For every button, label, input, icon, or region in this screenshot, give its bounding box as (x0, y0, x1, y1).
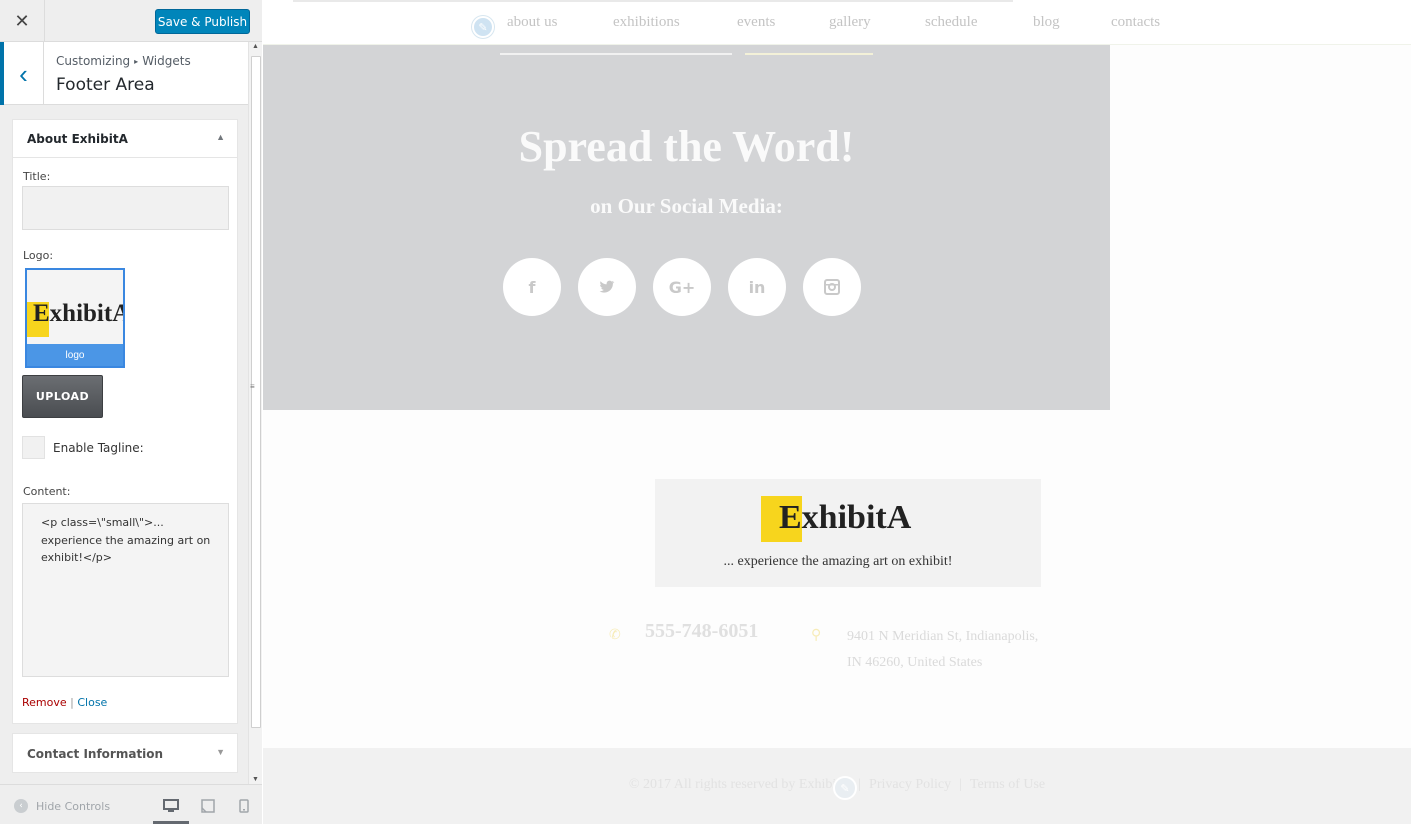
nav-item-about-us[interactable]: about us (507, 14, 557, 31)
logo-thumbnail[interactable]: ExhibitA logo (25, 268, 125, 368)
site-footer: © 2017 All rights reserved by ExhibitA | P… (263, 748, 1411, 824)
section-header: ‹ Customizing ▸ Widgets Footer Area (0, 42, 248, 105)
actions-separator: | (70, 696, 74, 709)
logo-thumbnail-text: ExhibitA (33, 300, 125, 327)
nav-item-events[interactable]: events (737, 14, 775, 31)
logo-caption: logo (27, 344, 123, 366)
google-plus-icon[interactable]: G+ (653, 258, 711, 316)
enable-tagline-checkbox[interactable] (22, 436, 45, 459)
widget-actions: Remove | Close (22, 696, 107, 709)
collapse-sidebar-icon: ‹ (14, 799, 28, 813)
title-input[interactable] (22, 186, 229, 230)
collapse-arrow-icon[interactable]: ▲ (216, 132, 225, 142)
title-field-label: Title: (23, 170, 51, 183)
widget-header[interactable]: About ExhibitA ▲ (13, 120, 237, 158)
hide-controls-button[interactable]: ‹ Hide Controls (14, 799, 110, 813)
content-textarea[interactable]: <p class=\"small\">... experience the am… (22, 503, 229, 677)
map-pin-icon: ⚲ (811, 626, 822, 642)
tablet-preview-icon[interactable] (199, 797, 217, 815)
twitter-icon[interactable] (578, 258, 636, 316)
footer-logo-widget[interactable]: ExhibitA ... experience the amazing art … (655, 479, 1041, 587)
divider-line (500, 53, 732, 55)
chevron-left-icon: ‹ (19, 58, 28, 89)
divider-line (745, 53, 873, 55)
breadcrumb: Customizing ▸ Widgets (56, 54, 191, 68)
close-link[interactable]: Close (77, 696, 107, 709)
expand-arrow-icon[interactable]: ▼ (216, 747, 225, 757)
nav-item-exhibitions[interactable]: exhibitions (613, 14, 680, 31)
sidebar-scrollbar[interactable]: ▲ ≡ ▼ (248, 42, 262, 784)
widget-contact-information[interactable]: Contact Information ▼ (12, 733, 238, 773)
instagram-icon[interactable] (803, 258, 861, 316)
contact-address: 9401 N Meridian St, Indianapolis, IN 462… (847, 624, 1038, 676)
nav-item-gallery[interactable]: gallery (829, 14, 871, 31)
save-publish-button[interactable]: Save & Publish (155, 9, 250, 34)
desktop-preview-icon[interactable] (162, 797, 180, 815)
privacy-policy-link[interactable]: Privacy Policy (869, 777, 951, 792)
social-section: Spread the Word! on Our Social Media: f … (263, 45, 1110, 410)
breadcrumb-current: Widgets (142, 54, 191, 68)
enable-tagline-label: Enable Tagline: (53, 441, 144, 455)
close-icon: ✕ (14, 10, 30, 31)
breadcrumb-root: Customizing (56, 54, 131, 68)
scroll-grip-icon: ≡ (250, 382, 255, 391)
nav-item-contacts[interactable]: contacts (1111, 14, 1160, 31)
social-section-subtitle: on Our Social Media: (590, 194, 783, 218)
upload-button[interactable]: UPLOAD (22, 375, 103, 418)
widget-about-exhibita: About ExhibitA ▲ Title: Logo: ExhibitA l… (12, 119, 238, 724)
address-line-1: 9401 N Meridian St, Indianapolis, (847, 629, 1039, 644)
widget-title: Contact Information (27, 747, 164, 761)
footer-separator: | (858, 777, 862, 792)
site-navigation: ✎ about us exhibitions events gallery sc… (263, 0, 1411, 45)
site-preview: ✎ about us exhibitions events gallery sc… (263, 0, 1411, 824)
logo-field-label: Logo: (23, 249, 54, 262)
customizer-footer: ‹ Hide Controls (0, 784, 262, 824)
footer-separator: | (959, 777, 962, 792)
edit-shortcut-pencil-icon[interactable]: ✎ (833, 776, 857, 800)
remove-link[interactable]: Remove (22, 696, 67, 709)
mobile-preview-icon[interactable] (235, 797, 253, 815)
breadcrumb-separator-icon: ▸ (134, 57, 139, 66)
scroll-down-icon[interactable]: ▼ (252, 776, 259, 783)
phone-icon: ✆ (609, 626, 621, 642)
footer-logo-text: ExhibitA (779, 499, 912, 536)
scroll-up-icon[interactable]: ▲ (252, 43, 259, 50)
content-field-label: Content: (23, 485, 71, 498)
terms-of-use-link[interactable]: Terms of Use (970, 777, 1045, 792)
hide-controls-label: Hide Controls (36, 799, 111, 813)
nav-item-blog[interactable]: blog (1033, 14, 1060, 31)
copyright-text: © 2017 All rights reserved by ExhibitA (628, 777, 851, 792)
address-line-2: IN 46260, United States (847, 655, 983, 670)
edit-shortcut-pencil-icon[interactable]: ✎ (472, 16, 494, 38)
linkedin-icon[interactable]: in (728, 258, 786, 316)
section-title: Footer Area (56, 75, 155, 95)
nav-top-line (293, 0, 1013, 2)
contact-phone: 555-748-6051 (645, 620, 759, 642)
close-customizer-button[interactable]: ✕ (0, 0, 45, 42)
back-button[interactable]: ‹ (0, 42, 44, 105)
facebook-icon[interactable]: f (503, 258, 561, 316)
social-section-title: Spread the Word! (518, 122, 855, 171)
footer-tagline: ... experience the amazing art on exhibi… (723, 554, 953, 569)
customizer-header: ✕ Save & Publish (0, 0, 262, 42)
widget-title: About ExhibitA (27, 132, 128, 146)
nav-item-schedule[interactable]: schedule (925, 14, 977, 31)
customizer-sidebar: ✕ Save & Publish ‹ Customizing ▸ Widgets F… (0, 0, 262, 824)
scroll-thumb[interactable] (251, 56, 261, 728)
